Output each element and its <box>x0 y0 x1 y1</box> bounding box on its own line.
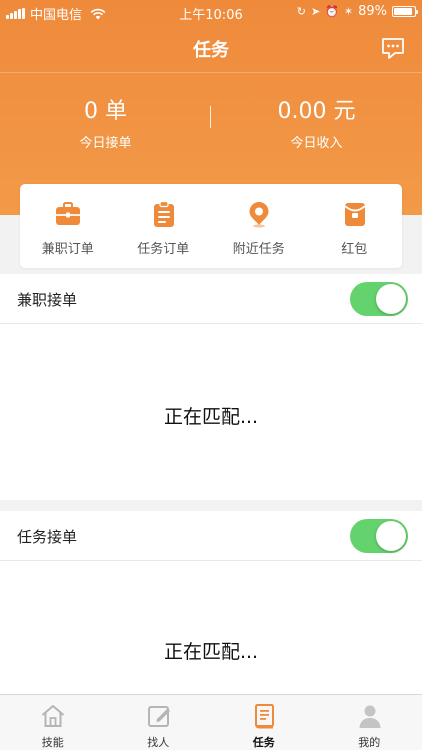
battery-percent: 89% <box>358 4 387 19</box>
orders-label: 今日接单 <box>79 136 132 151</box>
book-icon <box>255 704 274 729</box>
tab-label: 技能 <box>41 736 64 749</box>
tab-tasks[interactable]: 任务 <box>211 695 317 750</box>
menu-label: 红包 <box>341 242 368 257</box>
menu-item-part-time-orders[interactable]: 兼职订单 <box>20 184 116 268</box>
income-stat[interactable]: 0.00 元 今日收入 <box>211 96 422 151</box>
menu-label: 任务订单 <box>137 242 190 257</box>
status-bar: 中国电信 上午10:06 ↻ ➤ ⏰ ✶ 89% <box>0 0 422 24</box>
quick-menu-card: 兼职订单 任务订单 附近任务 红包 <box>20 184 402 268</box>
red-envelope-icon <box>343 203 366 226</box>
part-time-order-section: 兼职接单 正在匹配... <box>0 274 422 500</box>
matching-status: 正在匹配... <box>163 641 259 663</box>
today-stats: 0 单 今日接单 0.00 元 今日收入 <box>0 96 422 156</box>
alarm-icon: ⏰ <box>325 4 339 18</box>
chat-bubble-icon[interactable] <box>380 36 406 60</box>
section-header: 兼职接单 <box>0 274 422 324</box>
tab-find-people[interactable]: 找人 <box>106 695 212 750</box>
menu-label: 附近任务 <box>232 242 285 257</box>
home-icon <box>41 705 65 727</box>
nav-bar: 任务 <box>0 24 422 72</box>
task-order-toggle[interactable] <box>350 519 408 553</box>
menu-item-task-orders[interactable]: 任务订单 <box>116 184 212 268</box>
person-icon <box>359 705 380 728</box>
location-arrow-icon: ➤ <box>310 4 321 18</box>
toggle-knob <box>376 521 406 551</box>
section-header: 任务接单 <box>0 511 422 561</box>
tab-bar: 技能 找人 任务 我的 <box>0 694 422 750</box>
header: 中国电信 上午10:06 ↻ ➤ ⏰ ✶ 89% 任务 0 单 今日接单 0.0… <box>0 0 422 215</box>
section-title: 兼职接单 <box>17 291 78 309</box>
orders-value: 0 单 <box>84 99 127 124</box>
location-pin-icon <box>249 202 269 228</box>
battery-fill <box>394 8 412 15</box>
page-title: 任务 <box>193 40 229 61</box>
clipboard-icon <box>153 200 174 227</box>
menu-label: 兼职订单 <box>41 242 94 257</box>
income-label: 今日收入 <box>290 136 343 151</box>
lock-rotation-icon: ↻ <box>296 4 306 18</box>
tab-label: 找人 <box>147 736 170 749</box>
tab-label: 我的 <box>358 736 381 749</box>
tab-mine[interactable]: 我的 <box>317 695 422 750</box>
battery-icon <box>392 6 418 17</box>
tab-skills[interactable]: 技能 <box>0 695 106 750</box>
edit-icon <box>147 706 170 727</box>
orders-stat[interactable]: 0 单 今日接单 <box>0 96 211 151</box>
briefcase-icon <box>56 202 80 225</box>
part-time-order-toggle[interactable] <box>350 282 408 316</box>
income-value: 0.00 元 <box>277 99 356 124</box>
nav-divider <box>0 72 422 73</box>
section-title: 任务接单 <box>17 528 78 546</box>
matching-status: 正在匹配... <box>163 406 259 428</box>
menu-item-nearby-tasks[interactable]: 附近任务 <box>211 184 307 268</box>
menu-item-red-envelope[interactable]: 红包 <box>307 184 403 268</box>
bluetooth-icon: ✶ <box>343 4 354 18</box>
status-right: ↻ ➤ ⏰ ✶ 89% <box>296 4 418 19</box>
task-order-section: 任务接单 正在匹配... <box>0 511 422 694</box>
tab-label: 任务 <box>252 736 275 749</box>
toggle-knob <box>376 284 406 314</box>
